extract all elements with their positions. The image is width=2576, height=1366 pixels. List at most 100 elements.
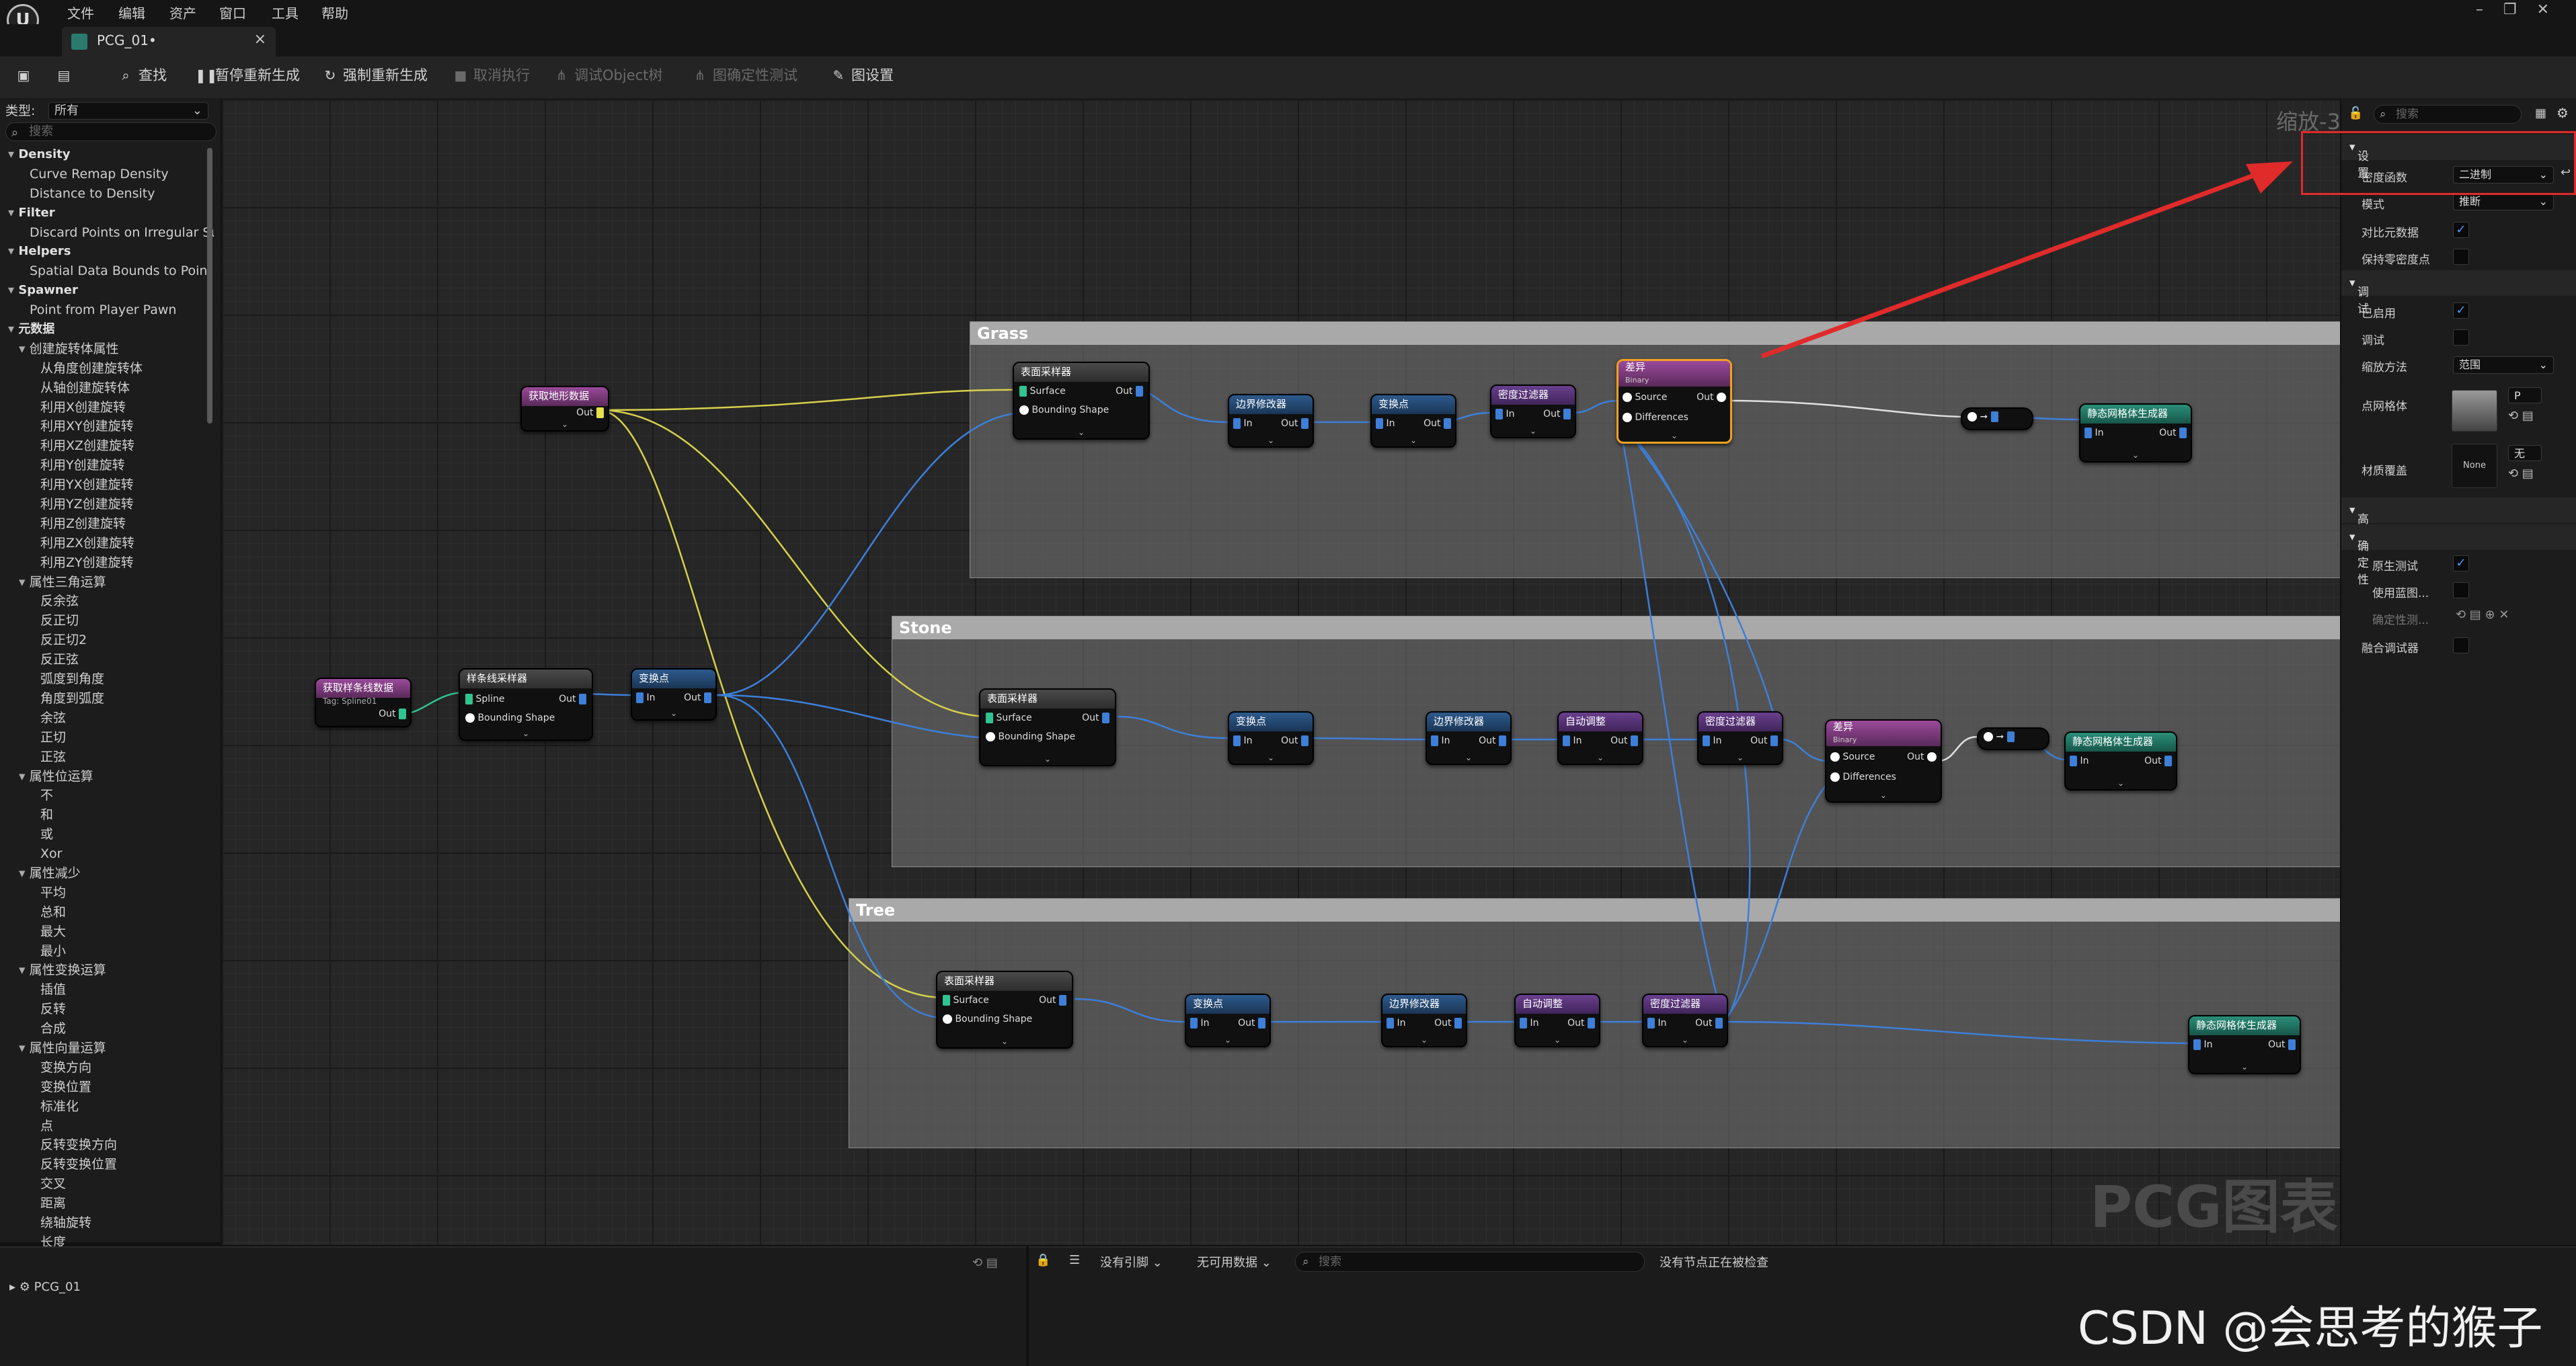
pin-out[interactable]: Out xyxy=(1543,409,1571,419)
pin-out[interactable]: Out xyxy=(1281,418,1309,429)
pin-surface[interactable]: Surface xyxy=(943,995,989,1006)
force-regen-button[interactable]: ↻ 强制重新生成 xyxy=(323,65,428,86)
palette-subcategory[interactable]: 属性位运算 xyxy=(0,767,214,787)
pin-out[interactable]: Out xyxy=(1907,752,1937,762)
native-test-checkbox[interactable]: ✓ xyxy=(2453,555,2469,571)
pin-in[interactable]: In xyxy=(636,692,655,703)
menu-tools[interactable]: 工具 xyxy=(272,3,299,22)
expand-icon[interactable]: ⌄ xyxy=(561,419,568,429)
gear-icon[interactable]: ⚙ xyxy=(2557,105,2569,121)
expand-icon[interactable]: ⌄ xyxy=(2241,1062,2248,1072)
palette-item[interactable]: 反转变换位置 xyxy=(0,1155,214,1174)
node-reroute-grass[interactable]: ➞ xyxy=(1961,407,2033,430)
data-selector-dropdown[interactable]: 无可用数据 ⌄ xyxy=(1197,1253,1272,1271)
palette-subcategory[interactable]: 属性三角运算 xyxy=(0,573,214,592)
palette-search-input[interactable]: ⌕ 搜索 xyxy=(5,122,217,141)
pin-spline[interactable]: Spline xyxy=(465,694,505,705)
pin-out[interactable]: Out xyxy=(2268,1039,2296,1050)
palette-item[interactable]: 利用ZY创建旋转 xyxy=(0,553,214,573)
expand-icon[interactable]: ⌄ xyxy=(1671,431,1678,440)
node-density-filter-stone[interactable]: 密度过滤器 In Out ⌄ xyxy=(1697,711,1783,765)
pause-regen-button[interactable]: ❚❚ 暂停重新生成 xyxy=(195,65,300,86)
pin-in[interactable]: In xyxy=(1495,409,1514,419)
palette-subcategory[interactable]: 属性向量运算 xyxy=(0,1039,214,1058)
pin-out[interactable]: Out xyxy=(1116,386,1143,397)
palette-type-dropdown[interactable]: 所有 ⌄ xyxy=(48,102,208,120)
palette-item[interactable]: 长度 xyxy=(0,1233,214,1248)
palette-item[interactable]: 和 xyxy=(0,805,214,825)
mode-dropdown[interactable]: 推断 ⌄ xyxy=(2453,193,2554,210)
node-self-pruning-tree[interactable]: 自动调整 In Out ⌄ xyxy=(1514,994,1600,1047)
node-density-filter-tree[interactable]: 密度过滤器 In Out ⌄ xyxy=(1642,994,1728,1047)
expand-icon[interactable]: ⌄ xyxy=(1737,753,1744,762)
palette-item[interactable]: Point from Player Pawn xyxy=(0,300,214,320)
expand-icon[interactable]: ⌄ xyxy=(1530,426,1536,436)
node-bounds-modifier-tree[interactable]: 边界修改器 In Out ⌄ xyxy=(1381,994,1467,1047)
debug-object-tree-button[interactable]: ⋔ 调试Object树 xyxy=(554,65,663,86)
pin-out[interactable]: Out xyxy=(379,709,406,719)
pin-out[interactable]: Out xyxy=(1238,1018,1265,1029)
node-get-spline[interactable]: 获取样条线数据 Tag: Spline01 Out xyxy=(315,678,412,727)
fuse-debugger-checkbox[interactable]: ✓ xyxy=(2453,637,2469,653)
menu-help[interactable]: 帮助 xyxy=(321,3,348,22)
palette-item[interactable]: 反正切 xyxy=(0,611,214,631)
node-transform-stone[interactable]: 变换点 In Out ⌄ xyxy=(1228,711,1314,765)
pin-surface[interactable]: Surface xyxy=(986,713,1032,723)
pin-in[interactable]: In xyxy=(1703,735,1721,746)
palette-item[interactable]: 插值 xyxy=(0,980,214,1000)
find-button[interactable]: ⌕ 查找 xyxy=(118,65,167,86)
palette-item[interactable]: 反余弦 xyxy=(0,592,214,611)
pin-out[interactable]: Out xyxy=(1750,735,1778,746)
enabled-checkbox[interactable]: ✓ xyxy=(2453,303,2469,319)
palette-item[interactable]: 反正弦 xyxy=(0,650,214,670)
filter-icon[interactable]: ☰ xyxy=(1069,1253,1080,1267)
pin-in[interactable]: In xyxy=(1431,735,1450,746)
palette-item[interactable]: 交叉 xyxy=(0,1174,214,1194)
expand-icon[interactable]: ⌄ xyxy=(1267,753,1274,762)
document-tab[interactable]: PCG_01• × xyxy=(62,27,276,56)
node-difference-stone[interactable]: 差异 Binary Source Out Differences ⌄ xyxy=(1825,719,1942,803)
expand-icon[interactable]: ⌄ xyxy=(1078,428,1085,437)
section-determinism[interactable]: ▾ 确定性 xyxy=(2341,524,2576,587)
pin-out[interactable]: Out xyxy=(1434,1018,1462,1029)
keep-zero-density-checkbox[interactable]: ✓ xyxy=(2453,249,2469,265)
node-surface-sampler-stone[interactable]: 表面采样器 Surface Out Bounding Shape ⌄ xyxy=(979,688,1116,766)
pin-in[interactable]: In xyxy=(2084,428,2103,438)
palette-item[interactable]: 利用XZ创建旋转 xyxy=(0,436,214,456)
pin-source[interactable]: Source xyxy=(1830,752,1875,762)
material-browse-icon[interactable]: ⟲ ▤ xyxy=(2508,467,2534,481)
expand-icon[interactable]: ⌄ xyxy=(2132,450,2139,460)
tree-root-item[interactable]: ▸ ⚙ PCG_01 xyxy=(9,1280,81,1294)
pin-in[interactable]: In xyxy=(1233,418,1252,429)
node-density-filter-grass[interactable]: 密度过滤器 In Out ⌄ xyxy=(1490,385,1576,438)
palette-item[interactable]: Curve Remap Density xyxy=(0,165,214,184)
pin-out[interactable]: Out xyxy=(1567,1018,1595,1029)
use-blueprint-checkbox[interactable]: ✓ xyxy=(2453,582,2469,598)
palette-item[interactable]: 利用ZX创建旋转 xyxy=(0,534,214,553)
palette-category[interactable]: 元数据 xyxy=(0,320,214,339)
palette-subcategory[interactable]: 属性变换运算 xyxy=(0,961,214,980)
pin-in[interactable]: In xyxy=(2070,756,2089,766)
expand-icon[interactable]: ⌄ xyxy=(1682,1035,1688,1045)
palette-item[interactable]: 点 xyxy=(0,1117,214,1136)
palette-scrollbar[interactable] xyxy=(207,148,212,424)
pin-in[interactable]: In xyxy=(1376,418,1395,429)
maximize-icon[interactable]: ❐ xyxy=(2503,1,2537,18)
pin-out[interactable]: Out xyxy=(1696,392,1726,403)
pin-out[interactable]: Out xyxy=(576,407,604,418)
expand-icon[interactable]: ⌄ xyxy=(1410,436,1417,445)
cancel-exec-button[interactable]: ■ 取消执行 xyxy=(453,65,530,86)
node-bounds-modifier-grass[interactable]: 边界修改器 In Out ⌄ xyxy=(1228,394,1314,448)
expand-icon[interactable]: ⌄ xyxy=(1421,1035,1428,1045)
palette-item[interactable]: 利用YZ创建旋转 xyxy=(0,495,214,514)
node-reroute-stone[interactable]: ➞ xyxy=(1977,727,2050,750)
pin-source[interactable]: Source xyxy=(1623,392,1668,403)
palette-item[interactable]: 绕轴旋转 xyxy=(0,1213,214,1233)
pin-bounding-shape[interactable]: Bounding Shape xyxy=(1019,405,1109,415)
pin-bounding-shape[interactable]: Bounding Shape xyxy=(986,731,1075,742)
palette-item[interactable]: Distance to Density xyxy=(0,184,214,204)
palette-item[interactable]: 利用Y创建旋转 xyxy=(0,456,214,475)
menu-edit[interactable]: 编辑 xyxy=(118,3,145,22)
node-transform-tree[interactable]: 变换点 In Out ⌄ xyxy=(1185,994,1271,1047)
pin-differences[interactable]: Differences xyxy=(1623,412,1688,423)
